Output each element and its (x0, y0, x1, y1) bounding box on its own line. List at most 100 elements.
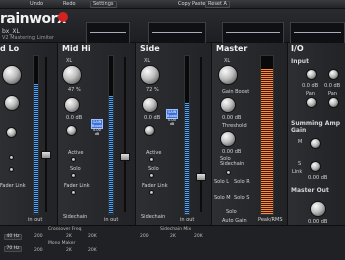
threshold-value: 0.00 dB (222, 149, 242, 155)
tick: 20K (88, 248, 97, 253)
gain-boost-knob[interactable] (220, 97, 236, 113)
tick: 200 (34, 248, 43, 253)
xl-knob[interactable] (62, 65, 82, 85)
gain-value: 0.0 dB (66, 115, 83, 121)
master-out-knob[interactable] (310, 201, 326, 217)
xl-label: XL (224, 58, 231, 64)
active-led[interactable] (9, 155, 14, 160)
input-right-value: 0.0 dB (324, 83, 341, 89)
fader-track (45, 57, 47, 212)
gain-boost-badge[interactable]: GAIN Boost 0.00 dB (91, 119, 103, 136)
stereo-scope-3 (222, 22, 284, 44)
stereo-scope-4 (290, 22, 345, 44)
output-fader[interactable] (120, 153, 130, 161)
meter-label: in out (180, 217, 195, 223)
xl-knob[interactable] (140, 65, 160, 85)
xl-label: XL (144, 58, 151, 64)
stereo-scope-1 (86, 22, 130, 44)
release-knob[interactable] (66, 125, 77, 136)
sidechain-label: Sidechain (63, 214, 88, 220)
summing-value: 0.00 dB (308, 175, 328, 181)
sidechain-label: Sidechain (141, 214, 166, 220)
pan-left-knob[interactable] (306, 97, 317, 108)
solo-label: Solo (70, 166, 81, 172)
tick: 2K (66, 234, 72, 239)
solo-sidechain-label: Solo Sidechain (220, 156, 245, 167)
gain-boost-badge[interactable]: GAIN Boost 0.00 dB (166, 109, 178, 126)
fader-link-label: Fader Link (142, 183, 168, 189)
gain-knob[interactable] (4, 95, 20, 111)
tick: 2K (170, 234, 176, 239)
peak-rms-label: Peak/RMS (258, 217, 283, 223)
input-right-knob[interactable] (328, 69, 339, 80)
active-led[interactable] (71, 157, 76, 162)
fader-track (200, 57, 202, 212)
mono-maker-button[interactable]: 70 Hz (4, 246, 22, 252)
solo-label: Solo (226, 209, 237, 215)
strip-io: I/O Input 0.0 dB 0.0 dB Pan Pan Summing … (288, 43, 345, 225)
input-left-value: 0.0 dB (302, 83, 319, 89)
strip-title: Mid Hi (62, 44, 91, 53)
tick: 20K (88, 234, 97, 239)
tick: 2K (66, 248, 72, 253)
xl-value: 47 % (68, 87, 81, 93)
active-label: Active (146, 150, 162, 156)
solo-led[interactable] (149, 173, 154, 178)
fader-track (124, 57, 126, 212)
fader-link-led[interactable] (149, 190, 154, 195)
xl-value: 72 % (146, 87, 159, 93)
tick: 200 (34, 234, 43, 239)
crossover-low-button[interactable]: 40 Hz (4, 234, 22, 240)
mono-maker-label: Mono Maker (48, 241, 76, 246)
summing-s-label: S (298, 161, 302, 167)
master-meter (260, 55, 274, 215)
active-led[interactable] (149, 157, 154, 162)
strip-title: Side (140, 44, 160, 53)
solo-led[interactable] (9, 167, 14, 172)
solo-l-label: Solo L (214, 179, 230, 185)
solo-sidechain-led[interactable] (226, 170, 231, 175)
strip-master: Master XL Gain Boost 0.00 dB Threshold 0… (212, 43, 288, 225)
reset-button[interactable]: Reset A (205, 1, 230, 8)
gain-knob[interactable] (142, 97, 158, 113)
threshold-knob[interactable] (220, 131, 236, 147)
stereo-scope-2 (148, 22, 206, 44)
summing-m-label: M (298, 139, 303, 145)
gain-knob[interactable] (64, 97, 80, 113)
strip-title: I/O (291, 44, 304, 53)
solo-led[interactable] (71, 173, 76, 178)
summing-s-knob[interactable] (310, 161, 321, 172)
auto-gain-label: Auto Gain (222, 218, 247, 224)
solo-s-label: Solo S (234, 195, 250, 201)
pan-right-knob[interactable] (328, 97, 339, 108)
gain-boost-value: 0.00 dB (222, 115, 242, 121)
release-knob[interactable] (6, 127, 17, 138)
solo-r-label: Solo R (234, 179, 250, 185)
output-fader[interactable] (41, 151, 51, 159)
xl-knob[interactable] (218, 65, 238, 85)
input-left-knob[interactable] (306, 69, 317, 80)
product-name: bx_XL (2, 28, 20, 35)
tick: 20K (194, 234, 203, 239)
link-label: Link (292, 169, 303, 175)
crossover-panel: 40 Hz 70 Hz Crossover Freq 200 2K 20K Mo… (0, 225, 345, 260)
master-out-label: Master Out (291, 187, 329, 194)
product-subtitle: V2 Mastering Limiter (2, 35, 55, 41)
release-knob[interactable] (144, 125, 155, 136)
settings-button[interactable]: Settings (90, 1, 117, 8)
strip-mid-hi: Mid Hi XL 47 % 0.0 dB GAIN Boost 0.00 dB… (58, 43, 136, 225)
solo-label: Solo (148, 166, 159, 172)
summing-m-knob[interactable] (310, 138, 321, 149)
redo-button[interactable]: Redo (61, 1, 78, 8)
xl-knob[interactable] (2, 65, 22, 85)
gain-value: 0.0 dB (144, 115, 161, 121)
strip-title: d Lo (0, 44, 20, 53)
meter-label: in out (28, 217, 43, 223)
fader-link-led[interactable] (71, 190, 76, 195)
output-fader[interactable] (196, 173, 206, 181)
fader-link-label: Fader Link (0, 183, 26, 189)
threshold-label: Threshold (222, 123, 247, 129)
undo-button[interactable]: Undo (28, 1, 45, 8)
top-toolbar: Undo Redo Settings Copy Paste Reset A (0, 0, 345, 9)
strip-band-lo: d Lo Fader Link in out (0, 43, 58, 225)
